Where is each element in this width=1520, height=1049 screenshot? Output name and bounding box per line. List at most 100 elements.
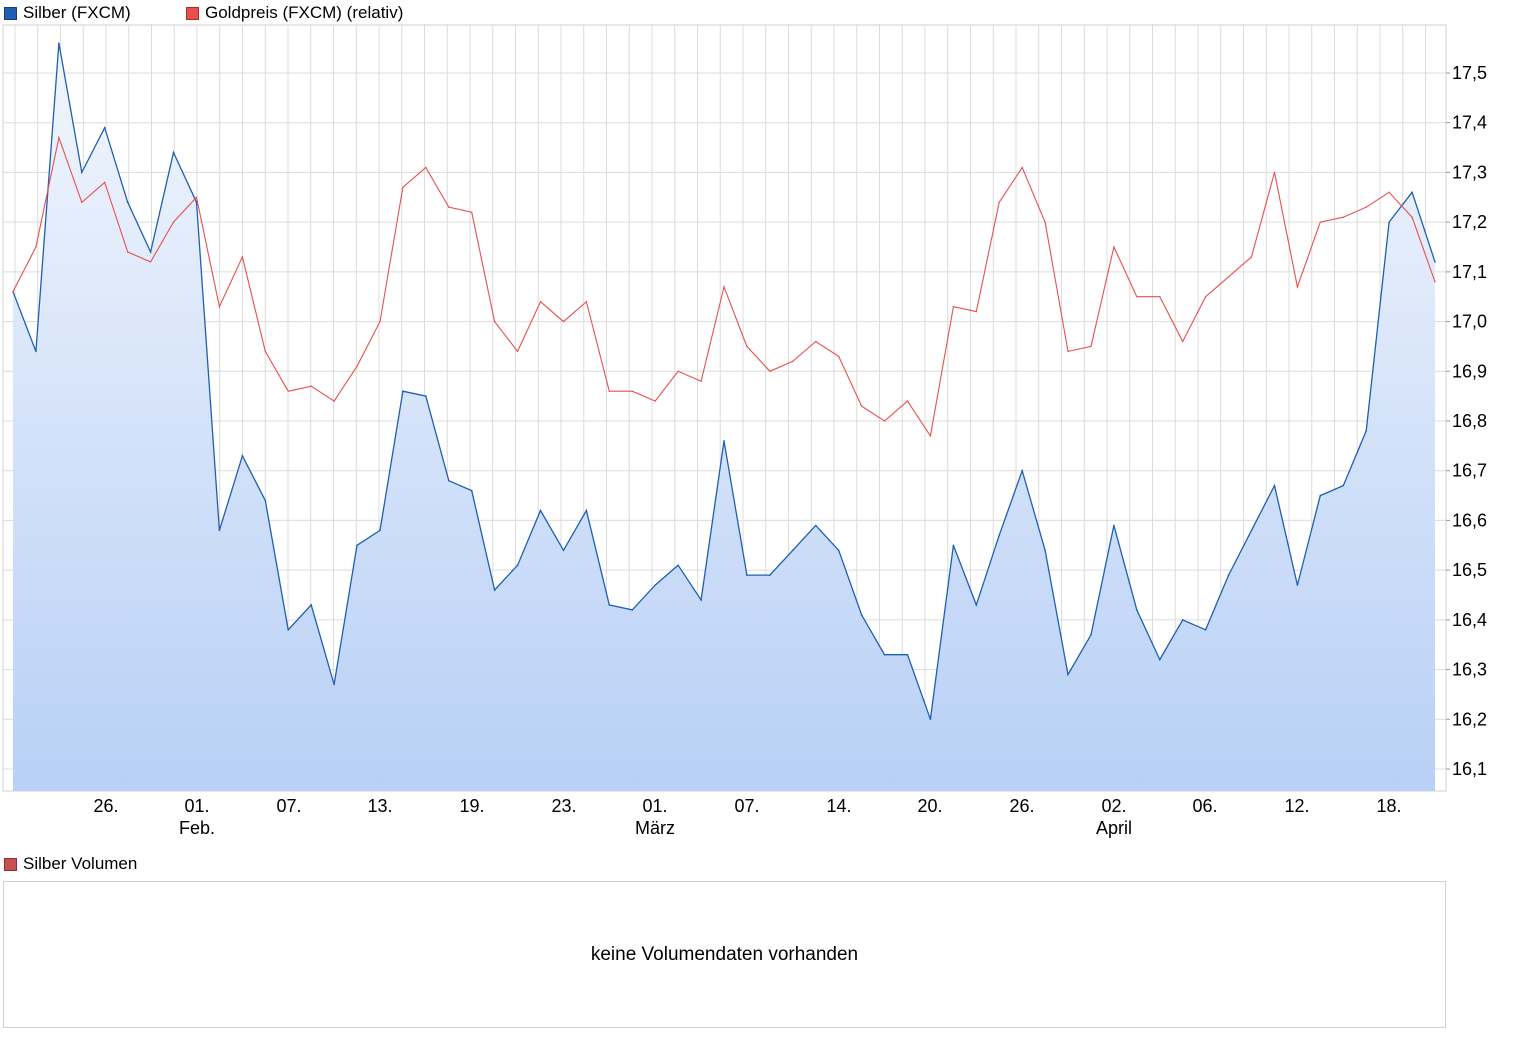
silver-point	[1319, 494, 1322, 497]
silver-point	[493, 589, 496, 591]
silver-point	[149, 251, 152, 253]
silver-point	[58, 42, 60, 44]
gold-point	[792, 360, 794, 363]
y-tick-label: 17,1	[1452, 262, 1487, 282]
x-tick-label: 12.	[1284, 796, 1309, 816]
gold-point	[562, 320, 565, 323]
y-tick-label: 17,3	[1452, 162, 1487, 182]
x-month-label: April	[1096, 818, 1132, 838]
x-tick-label: 14.	[826, 796, 851, 816]
gold-point	[58, 136, 60, 139]
gold-point	[81, 201, 83, 203]
x-tick-label: 01.	[184, 796, 209, 816]
gold-point	[1273, 171, 1276, 174]
gold-point	[12, 291, 14, 293]
silver-point	[654, 584, 656, 586]
silver-point	[1090, 633, 1092, 636]
gold-point	[493, 320, 496, 323]
volume-swatch-icon	[4, 857, 17, 871]
gold-point	[264, 350, 266, 353]
silver-point	[1113, 524, 1115, 527]
silver-point	[402, 390, 404, 392]
gold-point	[1067, 350, 1069, 353]
silver-point	[356, 544, 358, 547]
y-tick-label: 16,8	[1452, 411, 1487, 431]
silver-point	[218, 529, 221, 532]
y-tick-label: 17,4	[1452, 113, 1487, 133]
gold-point	[677, 370, 679, 372]
gold-point	[1342, 216, 1344, 218]
silver-point	[103, 126, 106, 129]
silver-point	[998, 534, 1001, 537]
silver-point	[287, 629, 290, 631]
gold-point	[929, 435, 932, 437]
gold-point	[837, 355, 840, 358]
y-tick-label: 16,1	[1452, 759, 1487, 779]
x-tick-label: 19.	[459, 796, 484, 816]
gold-point	[654, 400, 656, 402]
silver-point	[608, 604, 611, 606]
gold-point	[1204, 296, 1207, 298]
gold-point	[700, 380, 702, 382]
y-tick-label: 16,9	[1452, 361, 1487, 381]
silver-point	[1342, 484, 1345, 487]
x-month-label: Feb.	[179, 818, 215, 838]
gold-point	[1044, 221, 1046, 223]
gold-point	[1319, 221, 1322, 223]
legend-label-gold: Goldpreis (FXCM) (relativ)	[205, 3, 404, 22]
silver-point	[172, 151, 175, 154]
silver-point	[1021, 469, 1023, 472]
gold-point	[1021, 166, 1023, 169]
silver-point	[310, 604, 312, 606]
gold-point	[860, 405, 863, 407]
gold-point	[1250, 256, 1253, 258]
silver-point	[425, 395, 427, 397]
silver-point	[837, 549, 840, 552]
gold-point	[1434, 281, 1436, 283]
gold-point	[883, 420, 886, 422]
silver-point	[883, 653, 886, 656]
gold-point	[998, 201, 1000, 203]
gold-point	[1388, 191, 1390, 194]
legend-item-silver: Silber (FXCM)	[4, 3, 131, 23]
x-tick-label: 26.	[93, 796, 118, 816]
y-tick-label: 16,4	[1452, 610, 1487, 630]
silver-point	[952, 544, 955, 547]
silver-point	[814, 524, 817, 527]
x-tick-label: 01.	[642, 796, 667, 816]
silver-point	[1044, 549, 1046, 552]
gold-point	[1113, 246, 1115, 248]
gold-point	[1296, 286, 1299, 288]
silver-point	[241, 455, 244, 457]
silver-point	[379, 529, 381, 532]
x-tick-label: 18.	[1376, 796, 1401, 816]
x-tick-label: 20.	[917, 796, 942, 816]
gold-point	[631, 390, 633, 392]
silver-point	[81, 171, 83, 174]
gold-point	[952, 305, 955, 308]
silver-point	[1273, 484, 1276, 487]
gold-point	[287, 390, 289, 392]
gold-swatch-icon	[186, 6, 199, 20]
legend-item-gold: Goldpreis (FXCM) (relativ)	[186, 3, 403, 23]
gold-point	[310, 385, 312, 387]
gold-point	[1182, 340, 1184, 343]
gold-point	[425, 166, 427, 169]
silver-swatch-icon	[4, 6, 17, 20]
gold-point	[35, 246, 37, 248]
silver-point	[1434, 261, 1436, 263]
silver-point	[1388, 221, 1390, 223]
legend-label-volume: Silber Volumen	[23, 854, 138, 873]
gold-point	[195, 196, 198, 198]
gold-point	[333, 400, 335, 402]
x-tick-label: 23.	[551, 796, 576, 816]
gold-point	[218, 305, 221, 308]
y-tick-label: 17,5	[1452, 63, 1487, 83]
gold-point	[539, 300, 542, 303]
gold-point	[448, 206, 450, 208]
y-tick-label: 16,2	[1452, 709, 1487, 729]
gold-point	[1411, 216, 1413, 218]
gold-point	[769, 370, 771, 372]
silver-point	[1136, 609, 1138, 611]
gold-point	[1227, 276, 1230, 278]
